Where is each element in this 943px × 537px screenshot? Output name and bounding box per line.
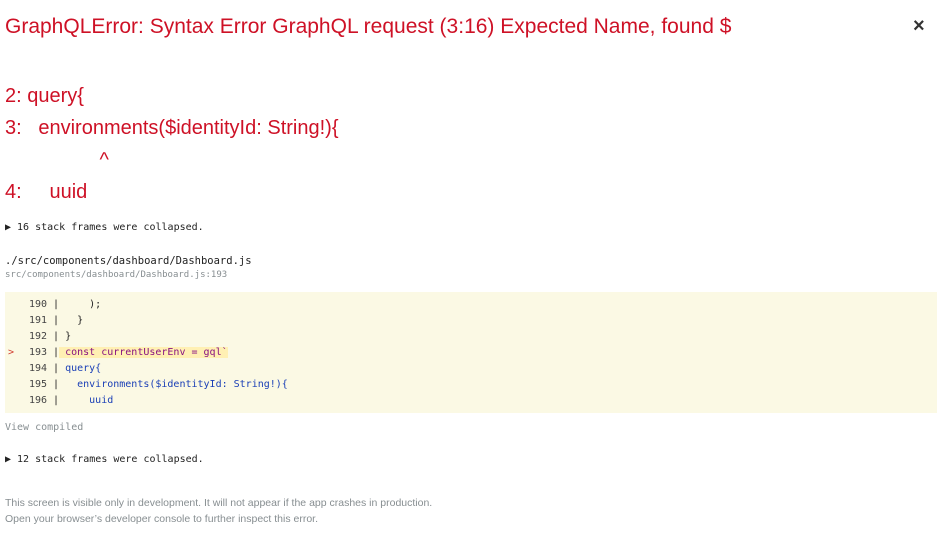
error-message-line: 3: environments($identityId: String!){ <box>5 117 339 139</box>
footer-line: Open your browser’s developer console to… <box>5 513 319 525</box>
line-code: environments($identityId: String!){ <box>59 379 288 390</box>
code-line: 195 | environments($identityId: String!)… <box>5 377 937 393</box>
collapsed-frames-toggle[interactable]: ▶ 12 stack frames were collapsed. <box>5 453 204 467</box>
line-separator: | <box>47 363 60 374</box>
error-message-line: 2: query{ <box>5 85 84 107</box>
stack-frame-location: src/components/dashboard/Dashboard.js:19… <box>5 270 228 280</box>
error-overlay: GraphQLError: Syntax Error GraphQL reque… <box>0 0 943 537</box>
line-number: 190 <box>28 299 47 310</box>
line-number: 191 <box>28 315 47 326</box>
line-number: 192 <box>28 331 47 342</box>
footer-note: This screen is visible only in developme… <box>5 495 432 527</box>
line-separator: | <box>47 299 60 310</box>
line-separator: | <box>47 347 60 358</box>
line-code: const currentUserEnv = gql` <box>59 347 228 358</box>
line-separator: | <box>47 395 60 406</box>
line-separator: | <box>47 331 60 342</box>
code-snippet: 190 | ); 191 | } 192 | } >193 | const cu… <box>5 292 937 413</box>
stack-frame-function: ./src/components/dashboard/Dashboard.js <box>5 255 252 267</box>
line-code: query{ <box>59 363 102 374</box>
footer-line: This screen is visible only in developme… <box>5 497 433 509</box>
collapsed-frames-toggle[interactable]: ▶ 16 stack frames were collapsed. <box>5 221 204 235</box>
line-code: } <box>59 331 72 342</box>
code-line: 192 | } <box>5 329 937 345</box>
error-message-caret: ^ <box>5 149 109 171</box>
error-message: 2: query{ 3: environments($identityId: S… <box>5 80 339 208</box>
code-line-highlighted: >193 | const currentUserEnv = gql` <box>5 345 937 361</box>
view-compiled-link[interactable]: View compiled <box>5 421 83 435</box>
line-code: ); <box>59 299 102 310</box>
highlight-marker: > <box>8 347 15 358</box>
code-line: 194 | query{ <box>5 361 937 377</box>
line-separator: | <box>47 315 60 326</box>
code-line: 191 | } <box>5 313 937 329</box>
line-number: 196 <box>28 395 47 406</box>
line-code: uuid <box>59 395 114 406</box>
error-message-line: 4: uuid <box>5 181 88 203</box>
line-separator: | <box>47 379 60 390</box>
code-line: 190 | ); <box>5 297 937 313</box>
error-title: GraphQLError: Syntax Error GraphQL reque… <box>5 15 732 38</box>
line-number: 195 <box>28 379 47 390</box>
line-number: 194 <box>28 363 47 374</box>
code-line: 196 | uuid <box>5 393 937 409</box>
line-code: } <box>59 315 84 326</box>
close-button[interactable]: × <box>913 14 925 38</box>
